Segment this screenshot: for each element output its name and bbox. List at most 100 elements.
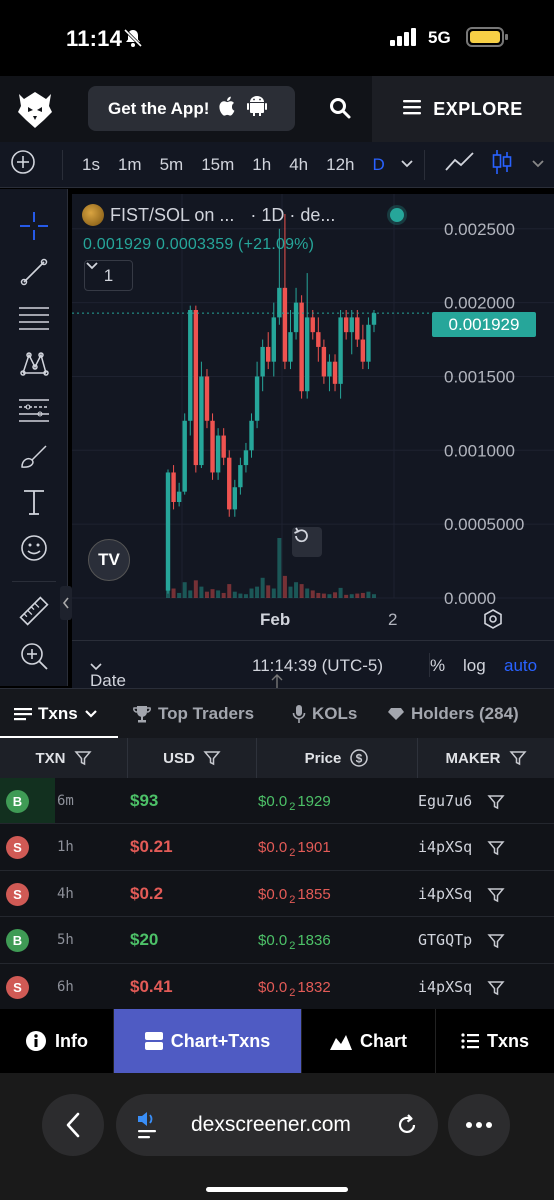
- y-tick-label: 0.002500: [444, 220, 515, 239]
- sell-badge: S: [6, 836, 29, 860]
- log-toggle[interactable]: log: [463, 656, 486, 676]
- txn-usd: $20: [130, 930, 159, 950]
- volume-bar: [277, 538, 282, 598]
- volume-bar: [310, 590, 315, 598]
- candle-body: [171, 472, 176, 502]
- zoom-in-icon[interactable]: [17, 639, 51, 673]
- col-price[interactable]: Price $: [257, 738, 418, 778]
- filter-icon[interactable]: [203, 749, 221, 767]
- percent-toggle[interactable]: %: [430, 656, 445, 676]
- tradingview-logo-icon[interactable]: TV: [88, 539, 130, 581]
- auto-toggle[interactable]: auto: [504, 656, 537, 676]
- txn-maker[interactable]: i4pXSq: [418, 885, 472, 903]
- line-chart-icon[interactable]: [445, 151, 475, 178]
- txn-maker[interactable]: Egu7u6: [418, 792, 472, 810]
- txn-maker[interactable]: i4pXSq: [418, 978, 472, 996]
- nav-txns[interactable]: Txns: [436, 1009, 554, 1073]
- interval-1m[interactable]: 1m: [118, 155, 142, 175]
- table-row[interactable]: S 4h $0.2 $0.0 2 1855 i4pXSq: [0, 870, 554, 918]
- nav-info[interactable]: Info: [0, 1009, 114, 1073]
- filter-icon[interactable]: [487, 932, 505, 950]
- trophy-icon: [133, 706, 151, 723]
- candle-body: [271, 317, 276, 362]
- candlestick-chart[interactable]: 0.002500 0.002000 0.001500 0.001000 0.000500…: [72, 194, 554, 640]
- txn-maker[interactable]: GTGQTp: [418, 931, 472, 949]
- price-chart[interactable]: 0.002500 0.002000 0.001500 0.001000 0.000500…: [72, 194, 554, 686]
- col-label: TXN: [35, 749, 66, 767]
- get-app-button[interactable]: Get the App!: [88, 86, 295, 131]
- legend-meta: · 1D · de...: [250, 204, 336, 225]
- interval-1s[interactable]: 1s: [82, 155, 100, 175]
- filter-icon[interactable]: [487, 793, 505, 811]
- currency-toggle-icon[interactable]: $: [349, 748, 369, 768]
- col-maker[interactable]: MAKER: [418, 738, 554, 778]
- table-row[interactable]: S 1h $0.21 $0.0 2 1901 i4pXSq: [0, 824, 554, 871]
- explore-button[interactable]: EXPLORE: [372, 76, 554, 142]
- collapse-toolbar-button[interactable]: [60, 586, 72, 620]
- interval-d[interactable]: D: [373, 155, 385, 175]
- more-button[interactable]: [448, 1094, 510, 1156]
- interval-4h[interactable]: 4h: [289, 155, 308, 175]
- date-range-button[interactable]: Date Range: [90, 656, 140, 710]
- volume-bar: [204, 591, 209, 598]
- col-usd[interactable]: USD: [128, 738, 257, 778]
- txn-price: $0.0 2 1836: [258, 932, 331, 953]
- tab-holders[interactable]: Holders (284): [387, 689, 519, 739]
- url-bar[interactable]: dexscreener.com: [116, 1094, 438, 1156]
- tab-kols[interactable]: KOLs: [292, 689, 357, 739]
- back-button[interactable]: [42, 1094, 104, 1156]
- crosshair-icon[interactable]: [17, 209, 51, 243]
- brush-icon[interactable]: [17, 439, 51, 473]
- volume-bar: [188, 590, 193, 598]
- volume-bar: [255, 586, 260, 598]
- nav-chart[interactable]: Chart: [302, 1009, 436, 1073]
- volume-bar: [366, 591, 371, 598]
- table-row[interactable]: S 6h $0.41 $0.0 2 1832 i4pXSq: [0, 963, 554, 1010]
- interval-1h[interactable]: 1h: [252, 155, 271, 175]
- col-txn[interactable]: TXN: [0, 738, 128, 778]
- toolbar-divider: [423, 149, 425, 180]
- interval-5m[interactable]: 5m: [160, 155, 184, 175]
- volume-bar: [355, 593, 360, 598]
- indicators-toggle[interactable]: 1: [84, 260, 133, 291]
- tab-label: Holders (284): [411, 704, 519, 723]
- table-row[interactable]: B 5h $20 $0.0 2 1836 GTGQTp: [0, 917, 554, 964]
- add-symbol-icon[interactable]: [10, 149, 36, 180]
- txn-maker[interactable]: i4pXSq: [418, 838, 472, 856]
- tab-txns[interactable]: Txns: [14, 689, 98, 739]
- nav-chart-txns[interactable]: Chart+Txns: [114, 1009, 302, 1073]
- filter-icon[interactable]: [487, 979, 505, 997]
- candle-body: [288, 332, 293, 362]
- trend-line-icon[interactable]: [17, 255, 51, 289]
- reload-icon[interactable]: [395, 1113, 419, 1137]
- volume-bar: [282, 575, 287, 598]
- candle-body: [165, 472, 171, 591]
- table-row[interactable]: B 6m $93 $0.0 2 1929 Egu7u6: [0, 778, 554, 825]
- bottom-tabs: Txns Top Traders KOLs Holders (284): [0, 688, 554, 739]
- volume-bar: [333, 592, 338, 598]
- volume-bar: [232, 591, 237, 598]
- tab-top-traders[interactable]: Top Traders: [132, 689, 254, 739]
- chevron-down-icon[interactable]: [400, 156, 414, 174]
- chevron-down-icon[interactable]: [531, 156, 545, 174]
- filter-icon[interactable]: [73, 749, 92, 767]
- pattern-icon[interactable]: [17, 347, 51, 381]
- filter-icon[interactable]: [487, 839, 505, 857]
- reset-chart-button[interactable]: [292, 527, 322, 557]
- ruler-icon[interactable]: [17, 594, 51, 628]
- filter-icon[interactable]: [487, 886, 505, 904]
- speaker-page-icon[interactable]: [136, 1110, 160, 1140]
- txn-age: 4h: [57, 885, 74, 902]
- fib-icon[interactable]: [17, 393, 51, 427]
- volume-bar: [266, 585, 271, 598]
- interval-15m[interactable]: 15m: [201, 155, 234, 175]
- horizontal-lines-icon[interactable]: [17, 301, 51, 335]
- filter-icon[interactable]: [508, 749, 527, 767]
- candle-body: [343, 317, 349, 333]
- interval-12h[interactable]: 12h: [326, 155, 354, 175]
- emoji-icon[interactable]: [17, 531, 51, 565]
- search-icon[interactable]: [328, 96, 352, 125]
- dexscreener-logo-icon[interactable]: [16, 90, 54, 135]
- text-tool-icon[interactable]: [17, 485, 51, 519]
- candles-icon[interactable]: [491, 149, 513, 180]
